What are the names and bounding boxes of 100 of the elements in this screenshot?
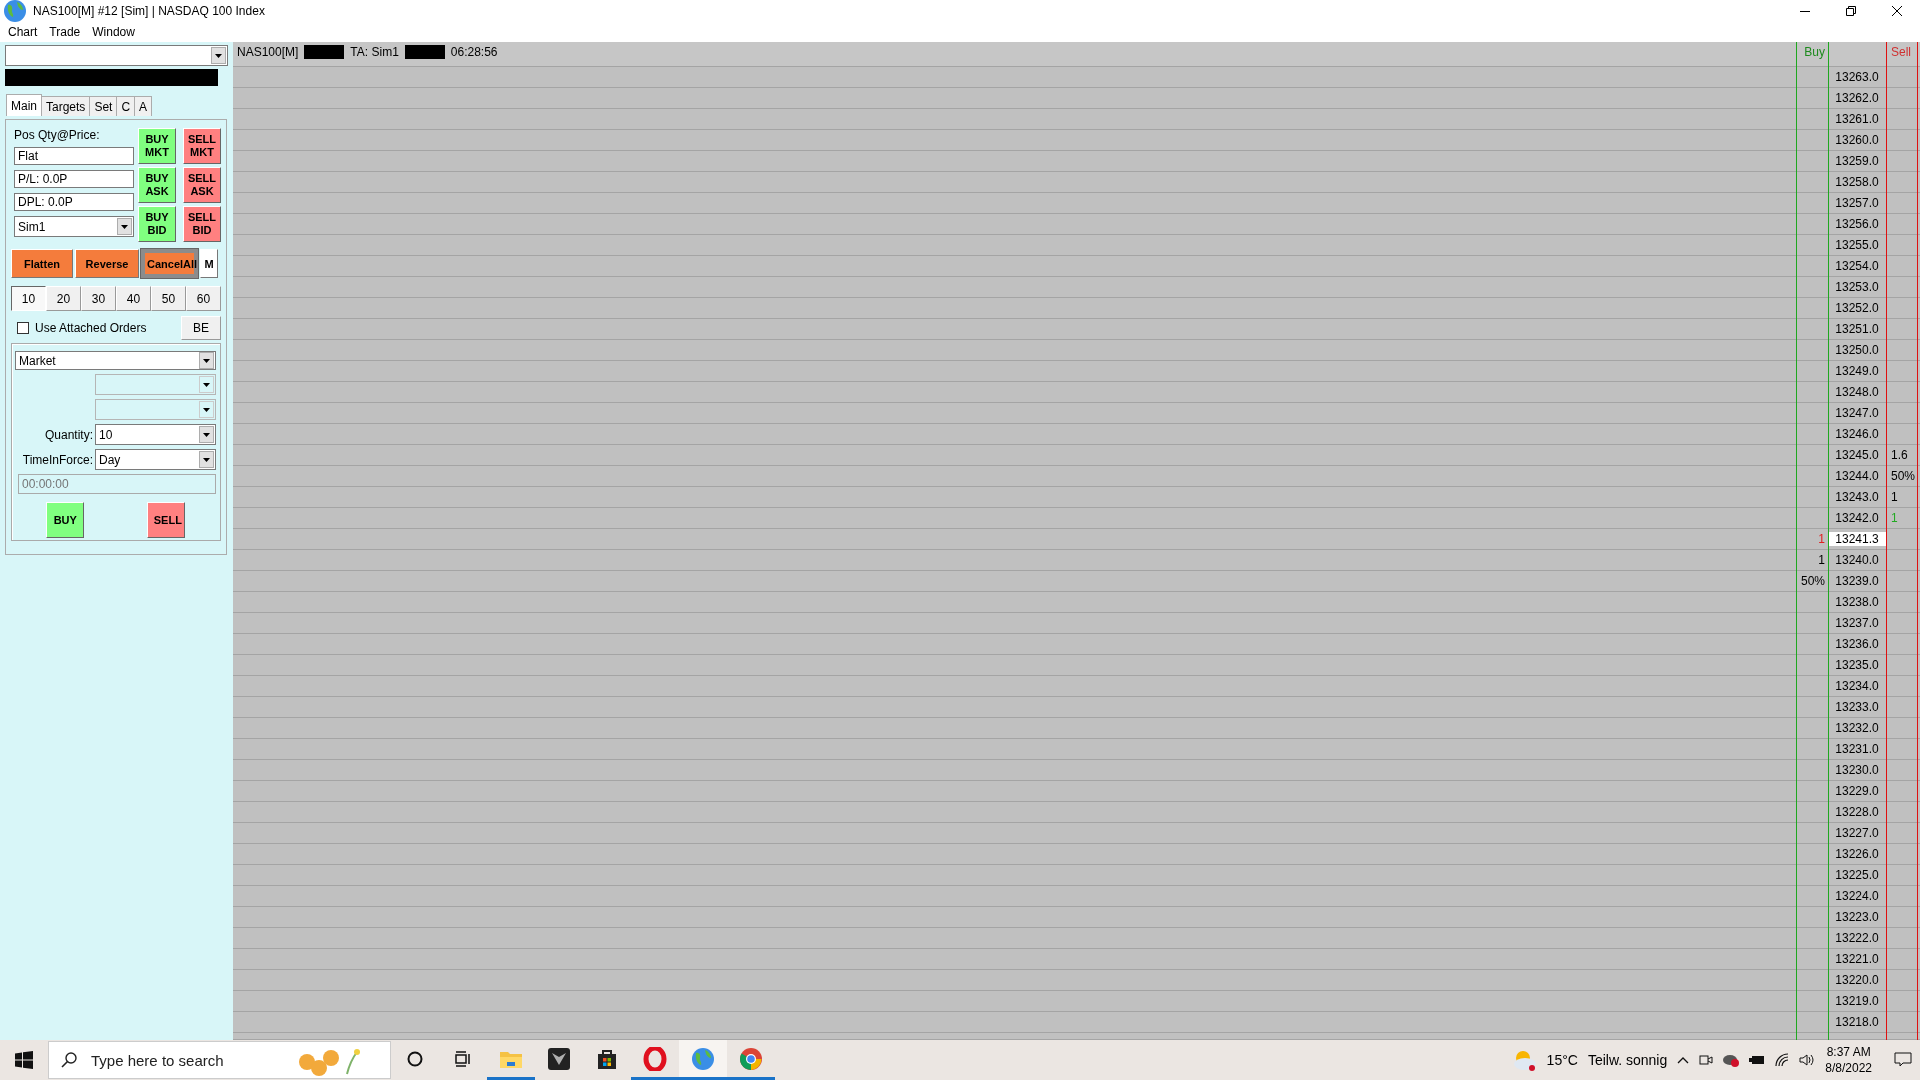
tab[interactable]: Main xyxy=(6,94,42,116)
windows-logo-icon[interactable] xyxy=(15,1051,33,1069)
price-level: 13234.0 xyxy=(1834,679,1880,693)
order-type-dropdown[interactable]: Market xyxy=(15,351,216,370)
quantity-button[interactable]: 60 xyxy=(186,286,221,311)
menu-item[interactable]: Trade xyxy=(43,23,87,41)
wifi-icon[interactable] xyxy=(1775,1053,1790,1067)
action-button[interactable]: CancelAll xyxy=(141,249,198,278)
redacted-box xyxy=(304,45,345,59)
price-level: 13240.0 xyxy=(1834,553,1880,567)
close-icon[interactable] xyxy=(1892,6,1902,16)
buy-order-button[interactable]: BUY MKT xyxy=(138,128,176,164)
notification-icon[interactable] xyxy=(1894,1052,1912,1068)
dpl-field: DPL: 0.0P xyxy=(14,193,134,211)
pl-field: P/L: 0.0P xyxy=(14,170,134,188)
menu-item[interactable]: Chart xyxy=(2,23,44,41)
price-level: 13249.0 xyxy=(1834,364,1880,378)
price-level: 13235.0 xyxy=(1834,658,1880,672)
action-button[interactable]: Flatten xyxy=(11,249,73,278)
search-bar[interactable]: Type here to search xyxy=(48,1041,391,1079)
camera-icon[interactable] xyxy=(1699,1053,1714,1067)
dropdown-arrow-icon xyxy=(203,432,210,437)
speaker-icon[interactable] xyxy=(1799,1053,1816,1067)
price-level: 13238.0 xyxy=(1834,595,1880,609)
price-level: 13227.0 xyxy=(1834,826,1880,840)
price-level: 13230.0 xyxy=(1834,763,1880,777)
price-level: 13219.0 xyxy=(1834,994,1880,1008)
action-button[interactable]: M xyxy=(200,249,218,278)
buy-button[interactable]: BUY xyxy=(46,502,85,538)
task-view-icon xyxy=(454,1050,472,1067)
restore-icon[interactable] xyxy=(1846,6,1856,16)
buy-size: 1 xyxy=(1818,532,1825,546)
checkbox[interactable] xyxy=(17,322,29,334)
price-level: 13243.0 xyxy=(1834,490,1880,504)
be-button[interactable]: BE xyxy=(181,316,221,340)
tab[interactable]: Set xyxy=(89,96,118,116)
price-level: 13263.0 xyxy=(1834,70,1880,84)
sell-order-button[interactable]: SELL ASK xyxy=(183,167,221,203)
price-level: 13244.0 xyxy=(1834,469,1880,483)
quantity-button[interactable]: 40 xyxy=(116,286,151,311)
price-level: 13256.0 xyxy=(1834,217,1880,231)
quantity-dropdown[interactable]: 10 xyxy=(95,424,216,445)
globe-icon xyxy=(691,1046,715,1071)
dropdown-arrow-icon xyxy=(203,382,210,387)
quantity-button[interactable]: 10 xyxy=(11,286,46,311)
quantity-button[interactable]: 20 xyxy=(46,286,81,311)
sell-order-button[interactable]: SELL MKT xyxy=(183,128,221,164)
price-level: 13254.0 xyxy=(1834,259,1880,273)
price-level: 13245.0 xyxy=(1834,448,1880,462)
menu-item[interactable]: Window xyxy=(86,23,141,41)
price-level: 13239.0 xyxy=(1834,574,1880,588)
battery-icon[interactable] xyxy=(1749,1055,1766,1065)
price-level: 13262.0 xyxy=(1834,91,1880,105)
chevron-up-icon[interactable] xyxy=(1677,1056,1690,1064)
price-level: 13229.0 xyxy=(1834,784,1880,798)
account-dropdown[interactable]: Sim1 xyxy=(14,216,134,237)
redacted-box xyxy=(404,45,445,59)
quantity-button[interactable]: 30 xyxy=(81,286,116,311)
price-level: 13220.0 xyxy=(1834,973,1880,987)
price-level: 13261.0 xyxy=(1834,112,1880,126)
price-level: 13252.0 xyxy=(1834,301,1880,315)
sell-size: 1 xyxy=(1891,490,1898,504)
search-icon xyxy=(61,1052,77,1068)
price-level: 13257.0 xyxy=(1834,196,1880,210)
dropdown-arrow-icon xyxy=(203,457,210,462)
action-button[interactable]: Reverse xyxy=(75,249,139,278)
position-label: Pos Qty@Price: xyxy=(14,128,101,142)
buy-size: 50% xyxy=(1800,574,1825,588)
time-in-force-label: TimeInForce: xyxy=(22,452,93,467)
minimize-icon[interactable] xyxy=(1800,10,1810,12)
price-level: 13224.0 xyxy=(1834,889,1880,903)
sell-button[interactable]: SELL xyxy=(146,502,185,538)
buy-order-button[interactable]: BUY ASK xyxy=(138,167,176,203)
globe-icon xyxy=(3,0,27,23)
app-icon xyxy=(547,1046,571,1071)
sell-size: 1.6 xyxy=(1891,448,1908,462)
search-field[interactable]: Type here to search xyxy=(89,1050,283,1070)
instrument-dropdown[interactable] xyxy=(5,45,228,66)
clock-time[interactable]: 8:37 AM xyxy=(1826,1044,1871,1060)
tab[interactable]: A xyxy=(134,96,153,116)
quantity-button[interactable]: 50 xyxy=(151,286,186,311)
quantity-label: Quantity: xyxy=(44,427,93,442)
price-level: 13253.0 xyxy=(1834,280,1880,294)
dropdown-arrow-icon xyxy=(215,53,222,58)
price-level: 13237.0 xyxy=(1834,616,1880,630)
cloud-error-icon[interactable] xyxy=(1723,1053,1740,1067)
price-level: 13250.0 xyxy=(1834,343,1880,357)
price-level: 13233.0 xyxy=(1834,700,1880,714)
shopping-bag-icon xyxy=(596,1047,618,1070)
buy-column-header: Buy xyxy=(1804,45,1825,59)
price-level: 13218.0 xyxy=(1834,1015,1880,1029)
ring-logo-icon xyxy=(643,1046,667,1071)
buy-order-button[interactable]: BUY BID xyxy=(138,206,176,242)
tab[interactable]: Targets xyxy=(41,96,91,116)
price-level: 13228.0 xyxy=(1834,805,1880,819)
weather-text: Teilw. sonnig xyxy=(1587,1052,1668,1068)
sell-order-button[interactable]: SELL BID xyxy=(183,206,221,242)
clock-date[interactable]: 8/8/2022 xyxy=(1825,1060,1872,1076)
time-in-force-dropdown[interactable]: Day xyxy=(95,449,216,470)
price-level: 13221.0 xyxy=(1834,952,1880,966)
